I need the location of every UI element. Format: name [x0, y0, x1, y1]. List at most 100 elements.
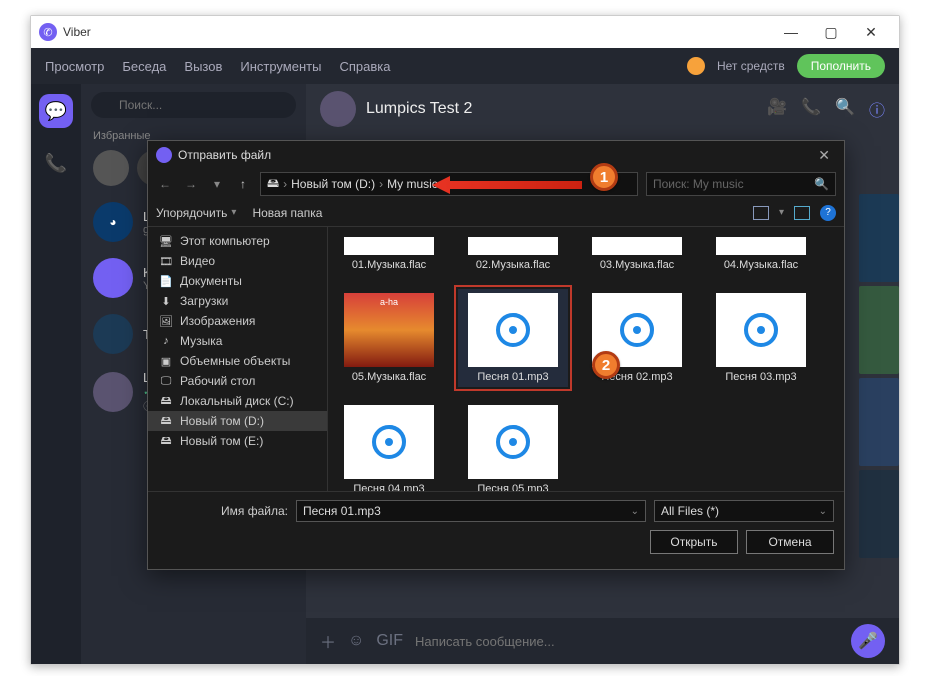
chat-header-actions: 🎥 📞 🔍 ⓘ — [767, 97, 885, 121]
file-tile[interactable]: Песня 03.mp3 — [706, 289, 816, 387]
avatar — [93, 314, 133, 354]
dialog-toolbar: Упорядочить ▾ Новая папка ▾ ? — [148, 199, 844, 227]
close-button[interactable]: ✕ — [851, 16, 891, 48]
file-tile[interactable]: 01.Музыка.flac — [334, 233, 444, 275]
chats-tab-icon[interactable]: 💬 — [39, 94, 73, 128]
sidebar-item-drive-c[interactable]: 🖴Локальный диск (C:) — [148, 391, 327, 411]
album-art-icon: a-ha — [344, 293, 434, 367]
sidebar-item-music[interactable]: ♪Музыка — [148, 331, 327, 351]
dialog-close-button[interactable]: ✕ — [812, 147, 836, 164]
open-button[interactable]: Открыть — [650, 530, 738, 554]
dialog-search[interactable]: Поиск: My music 🔍 — [646, 172, 836, 196]
chevron-down-icon[interactable]: ⌄ — [819, 506, 827, 517]
file-dialog: Отправить файл ✕ ← → ▾ ↑ 🖴 › Новый том (… — [147, 140, 845, 570]
sidebar-item-drive-d[interactable]: 🖴Новый том (D:) — [148, 411, 327, 431]
sidebar-item-this-pc[interactable]: 🖥Этот компьютер — [148, 231, 327, 251]
filename-label: Имя файла: — [158, 504, 288, 518]
chevron-down-icon[interactable]: ⌄ — [631, 506, 639, 517]
nav-recent-icon[interactable]: ▾ — [208, 177, 226, 191]
preview-pane-icon[interactable] — [794, 206, 810, 220]
drive-icon: 🖴 — [158, 414, 174, 428]
avatar: ◕ — [93, 202, 133, 242]
menu-item[interactable]: Справка — [339, 59, 390, 74]
dialog-body: 🖥Этот компьютер 🎞Видео 📄Документы ⬇Загру… — [148, 227, 844, 491]
media-thumb[interactable] — [859, 194, 899, 282]
maximize-button[interactable]: ▢ — [811, 16, 851, 48]
viber-icon — [106, 271, 120, 285]
file-tile[interactable]: Песня 04.mp3 — [334, 401, 444, 491]
docs-icon: 📄 — [158, 274, 174, 288]
filetype-select[interactable]: All Files (*)⌄ — [654, 500, 834, 522]
sidebar-item-drive-e[interactable]: 🖴Новый том (E:) — [148, 431, 327, 451]
file-tile[interactable]: 03.Музыка.flac — [582, 233, 692, 275]
images-icon: 🖼 — [158, 314, 174, 328]
drive-icon: 🖴 — [158, 434, 174, 448]
emoji-icon[interactable]: ☺ — [348, 632, 364, 650]
files-pane[interactable]: 01.Музыка.flac 02.Музыка.flac 03.Музыка.… — [328, 227, 844, 491]
titlebar: ✆ Viber ― ▢ ✕ — [31, 16, 899, 48]
filename-input[interactable]: Песня 01.mp3⌄ — [296, 500, 646, 522]
drive-icon: 🖴 — [158, 394, 174, 408]
file-tile[interactable]: 04.Музыка.flac — [706, 233, 816, 275]
sidebar-item-video[interactable]: 🎞Видео — [148, 251, 327, 271]
media-thumb[interactable] — [859, 286, 899, 374]
organize-button[interactable]: Упорядочить ▾ — [156, 206, 236, 220]
sidebar-item-3d[interactable]: ▣Объемные объекты — [148, 351, 327, 371]
video-call-icon[interactable]: 🎥 — [767, 97, 787, 121]
window-controls: ― ▢ ✕ — [771, 16, 891, 48]
chevron-down-icon[interactable]: ▾ — [779, 207, 784, 218]
audio-call-icon[interactable]: 📞 — [801, 97, 821, 121]
search-input[interactable] — [91, 92, 296, 118]
sidebar-item-images[interactable]: 🖼Изображения — [148, 311, 327, 331]
gif-icon[interactable]: GIF — [376, 632, 403, 650]
media-thumb[interactable] — [859, 470, 899, 558]
menu-item[interactable]: Просмотр — [45, 59, 104, 74]
nav-back-icon[interactable]: ← — [156, 177, 174, 191]
annotation-arrow — [432, 176, 582, 194]
message-input[interactable] — [415, 634, 839, 649]
favorite-avatar[interactable] — [93, 150, 129, 186]
downloads-icon: ⬇ — [158, 294, 174, 308]
minimize-button[interactable]: ― — [771, 16, 811, 48]
file-tile[interactable]: 02.Музыка.flac — [458, 233, 568, 275]
topup-button[interactable]: Пополнить — [797, 54, 885, 78]
breadcrumb[interactable]: My music — [387, 177, 438, 191]
mic-button[interactable]: 🎤 — [851, 624, 885, 658]
viber-logo-icon — [156, 147, 172, 163]
chat-avatar[interactable] — [320, 91, 356, 127]
media-thumb[interactable] — [859, 378, 899, 466]
menu-item[interactable]: Вызов — [184, 59, 222, 74]
newfolder-button[interactable]: Новая папка — [252, 206, 322, 220]
sidebar-item-downloads[interactable]: ⬇Загрузки — [148, 291, 327, 311]
menu-item[interactable]: Инструменты — [240, 59, 321, 74]
file-tile[interactable]: Песня 05.mp3 — [458, 401, 568, 491]
search-chat-icon[interactable]: 🔍 — [835, 97, 855, 121]
nav-forward-icon[interactable]: → — [182, 177, 200, 191]
audio-file-icon — [344, 405, 434, 479]
chat-header: Lumpics Test 2 🎥 📞 🔍 ⓘ — [306, 84, 899, 134]
view-mode-icon[interactable] — [753, 206, 769, 220]
info-icon[interactable]: ⓘ — [869, 97, 885, 121]
viber-logo-icon: ✆ — [39, 23, 57, 41]
search-label: Поиск: My music — [653, 177, 744, 191]
breadcrumb[interactable]: Новый том (D:) — [291, 177, 375, 191]
audio-file-icon — [468, 293, 558, 367]
sidebar-item-documents[interactable]: 📄Документы — [148, 271, 327, 291]
menu-item[interactable]: Беседа — [122, 59, 166, 74]
attach-icon[interactable]: ＋ — [320, 629, 336, 653]
search-icon: 🔍 — [814, 177, 829, 191]
nav-up-icon[interactable]: ↑ — [234, 177, 252, 191]
file-tile-selected[interactable]: Песня 01.mp3 — [458, 289, 568, 387]
sidebar-item-desktop[interactable]: 🖵Рабочий стол — [148, 371, 327, 391]
file-tile[interactable]: a-ha 05.Музыка.flac — [334, 289, 444, 387]
avatar — [93, 258, 133, 298]
calls-tab-icon[interactable]: 📞 — [39, 146, 73, 180]
chat-title: Lumpics Test 2 — [366, 100, 472, 118]
dialog-sidebar[interactable]: 🖥Этот компьютер 🎞Видео 📄Документы ⬇Загру… — [148, 227, 328, 491]
audio-file-icon — [716, 293, 806, 367]
cancel-button[interactable]: Отмена — [746, 530, 834, 554]
music-icon: ♪ — [158, 334, 174, 348]
window-title: Viber — [63, 25, 91, 39]
help-icon[interactable]: ? — [820, 205, 836, 221]
left-rail: 💬 📞 — [31, 84, 81, 664]
